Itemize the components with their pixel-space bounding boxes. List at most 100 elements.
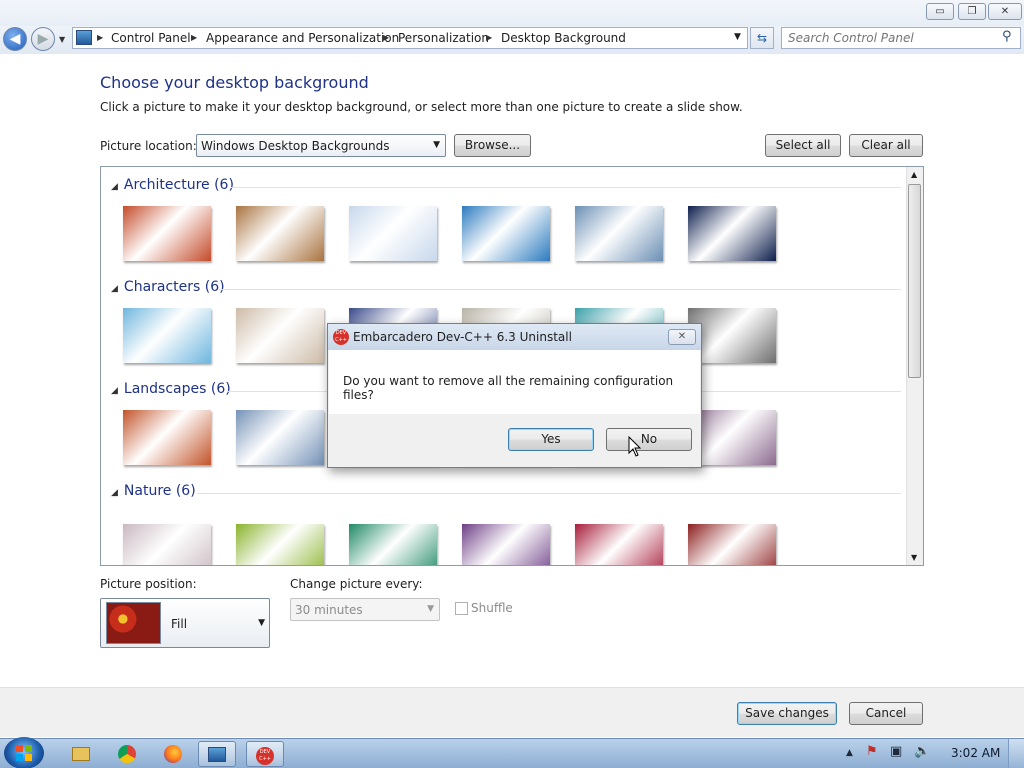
shuffle-label: Shuffle (471, 601, 513, 615)
dialog-message: Do you want to remove all the remaining … (343, 374, 674, 402)
address-dropdown-icon[interactable]: ▼ (734, 32, 741, 42)
wallpaper-thumbnail[interactable] (688, 524, 776, 565)
chevron-down-icon: ▼ (433, 140, 440, 150)
back-button[interactable]: ◀ (3, 27, 27, 51)
breadcrumb-desktop-background[interactable]: Desktop Background (501, 31, 626, 45)
action-center-flag-icon[interactable]: ⚑ (866, 744, 878, 759)
volume-icon[interactable]: 🔈 (914, 744, 930, 759)
wallpaper-thumbnail[interactable] (575, 524, 663, 565)
dialog-close-button[interactable]: ✕ (668, 329, 696, 345)
show-desktop-button[interactable] (1008, 739, 1024, 768)
breadcrumb-appearance[interactable]: Appearance and Personalization (206, 31, 399, 45)
search-input[interactable] (788, 30, 993, 46)
breadcrumb-control-panel[interactable]: Control Panel (111, 31, 191, 45)
devcpp-taskbar-button[interactable]: DEV C++ (246, 741, 284, 767)
wallpaper-thumbnail[interactable] (236, 524, 324, 565)
folder-icon (72, 747, 90, 761)
maximize-button[interactable]: ❐ (958, 3, 986, 20)
start-button[interactable] (4, 737, 44, 768)
group-name: Nature (6) (123, 483, 196, 499)
wallpaper-thumbnail[interactable] (462, 206, 550, 261)
chevron-down-icon: ▼ (427, 604, 434, 614)
group-header[interactable]: ◢ Nature (6) (111, 483, 196, 499)
network-icon[interactable]: ▣ (890, 744, 902, 759)
page-subtitle: Click a picture to make it your desktop … (100, 100, 743, 114)
mouse-cursor-icon (628, 436, 642, 457)
collapse-triangle-icon[interactable]: ◢ (111, 488, 118, 498)
yes-button[interactable]: Yes (508, 428, 594, 451)
recent-pages-dropdown-icon[interactable]: ▼ (59, 35, 65, 44)
picture-position-select[interactable]: Fill ▼ (100, 598, 270, 648)
search-box[interactable]: ⚲ (781, 27, 1021, 49)
dialog-title: Embarcadero Dev-C++ 6.3 Uninstall (353, 330, 572, 344)
explorer-taskbar-button[interactable] (62, 741, 100, 767)
close-window-button[interactable]: ✕ (988, 3, 1022, 20)
breadcrumb-personalization[interactable]: Personalization (398, 31, 489, 45)
group-name: Characters (6) (123, 279, 225, 295)
chevron-down-icon: ▼ (258, 618, 265, 628)
wallpaper-thumbnail[interactable] (349, 524, 437, 565)
dialog-title-bar: DEV C++ Embarcadero Dev-C++ 6.3 Uninstal… (328, 324, 701, 350)
group-name: Landscapes (6) (123, 381, 231, 397)
vertical-scrollbar[interactable]: ▲ ▼ (906, 167, 923, 565)
wallpaper-thumbnail[interactable] (462, 524, 550, 565)
wallpaper-thumbnail[interactable] (123, 410, 211, 465)
search-icon[interactable]: ⚲ (1002, 29, 1012, 44)
control-panel-taskbar-button[interactable] (198, 741, 236, 767)
breadcrumb-separator-icon[interactable]: ▶ (486, 33, 492, 42)
interval-select[interactable]: 30 minutes ▼ (290, 598, 440, 621)
clear-all-button[interactable]: Clear all (849, 134, 923, 157)
devcpp-app-icon: DEV C++ (256, 747, 274, 765)
save-changes-button[interactable]: Save changes (737, 702, 837, 725)
firefox-icon (164, 745, 182, 763)
refresh-button[interactable]: ⇆ (750, 27, 774, 49)
chrome-taskbar-button[interactable] (108, 741, 146, 767)
clock[interactable]: 3:02 AM (951, 746, 1000, 760)
cancel-button[interactable]: Cancel (849, 702, 923, 725)
wallpaper-thumbnail[interactable] (688, 206, 776, 261)
select-all-button[interactable]: Select all (765, 134, 841, 157)
chrome-icon (118, 745, 136, 763)
scrollbar-thumb[interactable] (908, 184, 921, 378)
taskbar: DEV C++ ▲ ⚑ ▣ 🔈 3:02 AM (0, 737, 1024, 768)
group-divider (197, 493, 901, 494)
uninstall-dialog: DEV C++ Embarcadero Dev-C++ 6.3 Uninstal… (327, 323, 702, 468)
browse-button[interactable]: Browse... (454, 134, 531, 157)
wallpaper-thumbnail[interactable] (349, 206, 437, 261)
shuffle-checkbox[interactable] (455, 602, 468, 615)
minimize-button[interactable]: ▭ (926, 3, 954, 20)
wallpaper-thumbnail[interactable] (575, 206, 663, 261)
group-name: Architecture (6) (123, 177, 234, 193)
collapse-triangle-icon[interactable]: ◢ (111, 284, 118, 294)
devcpp-app-icon: DEV C++ (333, 329, 349, 345)
firefox-taskbar-button[interactable] (154, 741, 192, 767)
no-button[interactable]: No (606, 428, 692, 451)
picture-location-label: Picture location: (100, 139, 197, 153)
breadcrumb-separator-icon[interactable]: ▶ (97, 33, 103, 42)
collapse-triangle-icon[interactable]: ◢ (111, 182, 118, 192)
address-bar[interactable]: ▶ Control Panel ▶ Appearance and Persona… (72, 27, 748, 49)
wallpaper-thumbnail[interactable] (236, 206, 324, 261)
group-header[interactable]: ◢ Architecture (6) (111, 177, 234, 193)
wallpaper-thumbnail[interactable] (236, 308, 324, 363)
collapse-triangle-icon[interactable]: ◢ (111, 386, 118, 396)
picture-location-value: Windows Desktop Backgrounds (201, 139, 390, 153)
group-header[interactable]: ◢ Landscapes (6) (111, 381, 231, 397)
breadcrumb-separator-icon[interactable]: ▶ (191, 33, 197, 42)
change-picture-label: Change picture every: (290, 577, 423, 591)
group-divider (231, 187, 901, 188)
scroll-down-icon[interactable]: ▼ (911, 553, 917, 562)
picture-position-label: Picture position: (100, 577, 197, 591)
scroll-up-icon[interactable]: ▲ (911, 170, 917, 179)
wallpaper-thumbnail[interactable] (123, 524, 211, 565)
forward-button[interactable]: ▶ (31, 27, 55, 51)
windows-logo-icon (16, 745, 32, 761)
show-hidden-icons-icon[interactable]: ▲ (846, 748, 853, 758)
picture-location-select[interactable]: Windows Desktop Backgrounds ▼ (196, 134, 446, 157)
wallpaper-thumbnail[interactable] (123, 308, 211, 363)
group-header[interactable]: ◢ Characters (6) (111, 279, 225, 295)
wallpaper-thumbnail[interactable] (123, 206, 211, 261)
wallpaper-thumbnail[interactable] (236, 410, 324, 465)
breadcrumb-separator-icon[interactable]: ▶ (383, 33, 389, 42)
control-panel-icon (208, 747, 226, 762)
